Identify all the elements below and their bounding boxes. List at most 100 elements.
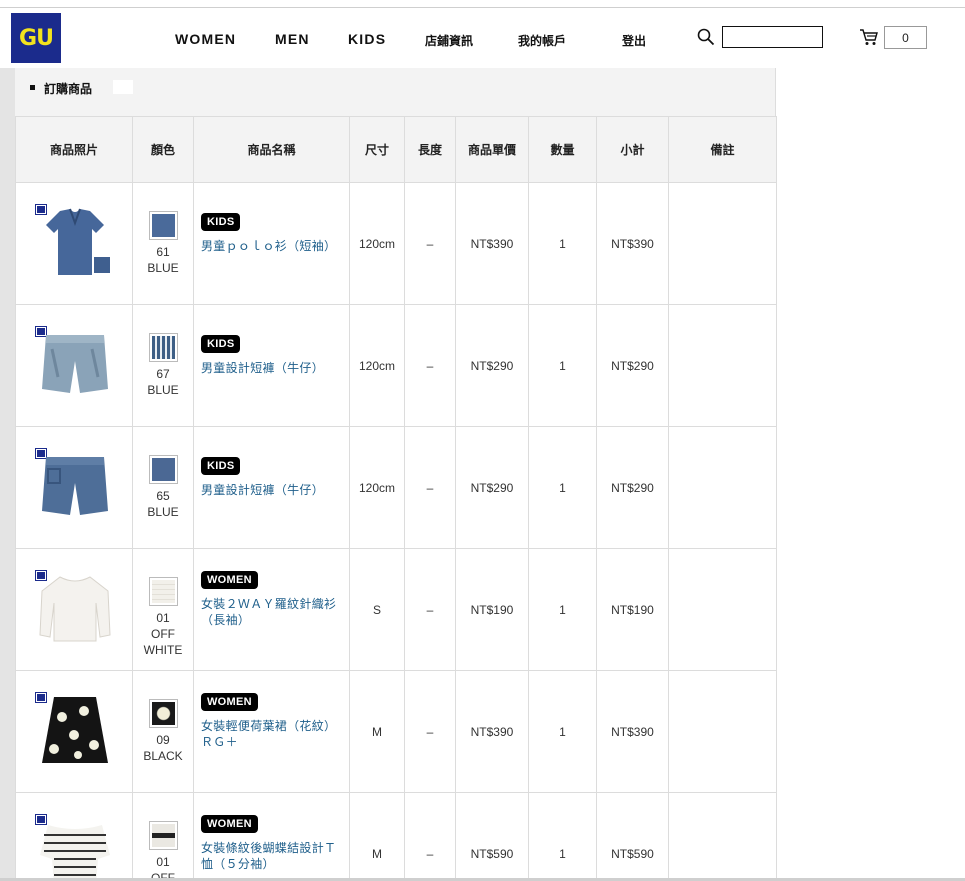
product-name-cell: KIDS 男童ｐｏｌｏ衫（短袖） [193,182,350,305]
length-cell: – [404,670,456,793]
color-swatch [148,211,178,240]
quantity-cell: 1 [528,548,597,671]
nav-kids[interactable]: KIDS [348,31,386,47]
subtotal-cell: NT$290 [596,426,669,549]
table-row: 01 OFF WHITE WOMEN 女裝２ＷＡＹ羅紋針織衫（長袖） S – N… [15,548,777,671]
quantity-cell: 1 [528,182,597,305]
nav-men[interactable]: MEN [275,31,310,47]
product-name-link[interactable]: 女裝２ＷＡＹ羅紋針織衫（長袖） [201,596,343,628]
category-badge: KIDS [201,213,241,231]
quantity-cell: 1 [528,426,597,549]
browser-edge [0,0,965,8]
nav-logout[interactable]: 登出 [622,32,646,49]
order-items-table: 商品照片 顏色 商品名稱 尺寸 長度 商品單價 數量 小計 備註 61 BLUE [15,116,777,881]
category-badge: KIDS [201,457,241,475]
product-photo-cell [15,548,133,671]
product-name-link[interactable]: 女裝條紋後蝴蝶結設計Ｔ恤（５分袖） [201,840,343,872]
bullet-icon [30,85,35,90]
unit-price-cell: NT$190 [455,548,529,671]
col-photo: 商品照片 [15,116,133,183]
product-name-link[interactable]: 女裝輕便荷葉裙（花紋）ＲＧ＋ [201,718,343,750]
table-header-row: 商品照片 顏色 商品名稱 尺寸 長度 商品單價 數量 小計 備註 [15,116,777,183]
product-photo[interactable] [16,427,132,548]
gu-logo[interactable]: GU [11,13,61,63]
category-badge: WOMEN [201,815,258,833]
cart-icon[interactable] [859,28,879,46]
color-swatch [148,455,178,484]
product-name-cell: WOMEN 女裝２ＷＡＹ羅紋針織衫（長袖） [193,548,350,671]
col-length: 長度 [404,116,456,183]
product-photo[interactable] [16,305,132,426]
product-photo[interactable] [16,671,132,792]
color-cell: 09 BLACK [132,670,194,793]
color-label: 01 OFF WHITE [143,611,183,657]
category-badge: WOMEN [201,693,258,711]
color-label: 01 OFF WHITE [150,855,175,881]
size-cell: M [349,792,405,881]
unit-price-cell: NT$290 [455,426,529,549]
product-photo-cell [15,670,133,793]
subtotal-cell: NT$390 [596,182,669,305]
color-swatch [148,699,178,728]
search-input[interactable] [722,26,823,48]
search-icon[interactable] [697,28,715,46]
length-cell: – [404,548,456,671]
product-name-cell: WOMEN 女裝條紋後蝴蝶結設計Ｔ恤（５分袖） [193,792,350,881]
product-name-link[interactable]: 男童ｐｏｌｏ衫（短袖） [201,238,343,254]
logo-text: GU [19,25,54,51]
category-badge: WOMEN [201,571,258,589]
col-unit-price: 商品單價 [455,116,529,183]
product-photo[interactable] [16,549,132,670]
size-cell: M [349,670,405,793]
note-cell [668,426,777,549]
product-photo-cell [15,792,133,881]
product-photo[interactable] [16,793,132,881]
note-cell [668,670,777,793]
title-highlight [113,80,133,94]
color-cell: 01 OFF WHITE [132,792,194,881]
product-photo[interactable] [16,183,132,304]
quantity-cell: 1 [528,792,597,881]
color-label: 67 BLUE [147,367,179,397]
length-cell: – [404,182,456,305]
color-cell: 61 BLUE [132,182,194,305]
nav-store-info[interactable]: 店鋪資訊 [425,32,473,49]
color-label: 09 BLACK [143,733,183,763]
table-row: 09 BLACK WOMEN 女裝輕便荷葉裙（花紋）ＲＧ＋ M – NT$390… [15,670,777,793]
quantity-cell: 1 [528,304,597,427]
note-cell [668,548,777,671]
subtotal-cell: NT$190 [596,548,669,671]
color-swatch [148,821,178,850]
cart-count[interactable]: 0 [884,26,927,49]
unit-price-cell: NT$390 [455,670,529,793]
product-photo-cell [15,426,133,549]
product-name-cell: KIDS 男童設計短褲（牛仔） [193,426,350,549]
size-cell: 120cm [349,426,405,549]
product-name-link[interactable]: 男童設計短褲（牛仔） [201,482,343,498]
table-row: 61 BLUE KIDS 男童ｐｏｌｏ衫（短袖） 120cm – NT$390 … [15,182,777,305]
col-note: 備註 [668,116,777,183]
color-swatch [148,577,178,606]
table-row: 67 BLUE KIDS 男童設計短褲（牛仔） 120cm – NT$290 1… [15,304,777,427]
length-cell: – [404,426,456,549]
color-label: 65 BLUE [147,489,179,519]
left-gutter [0,68,15,881]
col-color: 顏色 [132,116,194,183]
table-row: 01 OFF WHITE WOMEN 女裝條紋後蝴蝶結設計Ｔ恤（５分袖） M –… [15,792,777,881]
nav-women[interactable]: WOMEN [175,31,236,47]
size-cell: S [349,548,405,671]
table-row: 65 BLUE KIDS 男童設計短褲（牛仔） 120cm – NT$290 1… [15,426,777,549]
note-cell [668,304,777,427]
product-photo-cell [15,304,133,427]
col-product-name: 商品名稱 [193,116,350,183]
unit-price-cell: NT$290 [455,304,529,427]
note-cell [668,792,777,881]
color-label: 61 BLUE [147,245,179,275]
color-cell: 01 OFF WHITE [132,548,194,671]
nav-my-account[interactable]: 我的帳戶 [518,32,566,49]
section-header: 訂購商品 [15,68,776,117]
col-subtotal: 小計 [596,116,669,183]
product-name-link[interactable]: 男童設計短褲（牛仔） [201,360,343,376]
col-size: 尺寸 [349,116,405,183]
note-cell [668,182,777,305]
